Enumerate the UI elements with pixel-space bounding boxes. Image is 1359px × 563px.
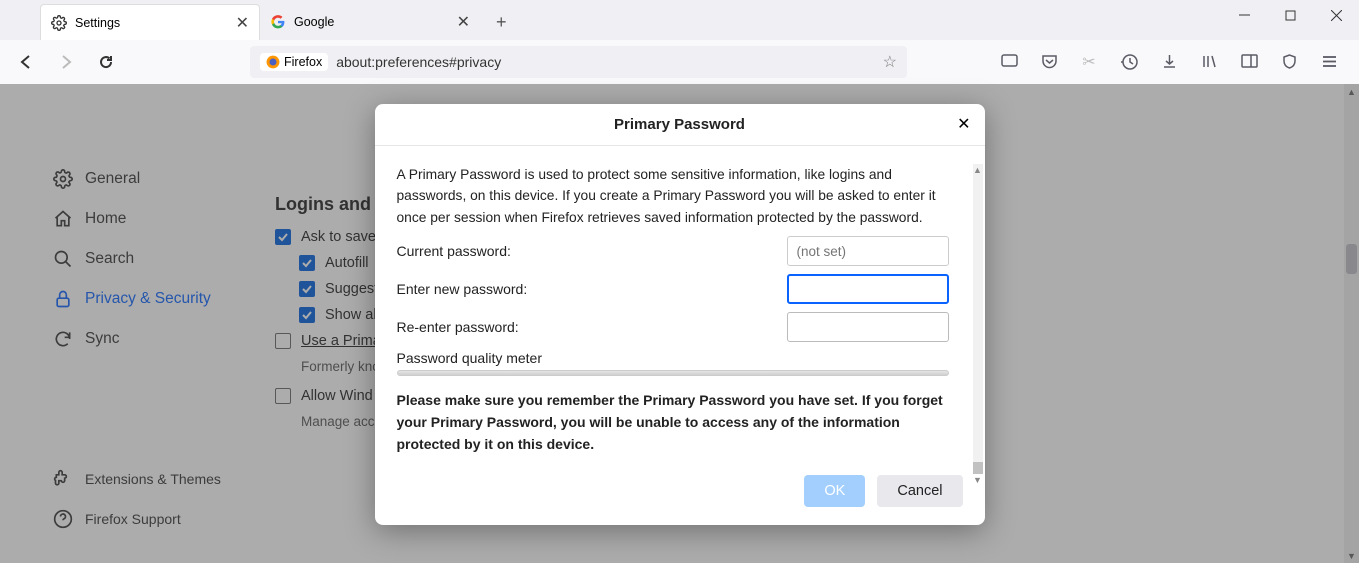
menu-icon[interactable]	[1315, 48, 1343, 76]
firefox-identity-badge: Firefox	[260, 53, 328, 71]
close-window-button[interactable]	[1313, 0, 1359, 30]
window-controls	[1221, 0, 1359, 30]
current-password-input	[787, 236, 949, 266]
bookmark-star-icon[interactable]: ☆	[883, 52, 897, 72]
shield-icon[interactable]	[1275, 48, 1303, 76]
screen-icon[interactable]	[995, 48, 1023, 76]
reenter-password-row: Re-enter password:	[397, 312, 963, 342]
content-area: General Home Search Privacy & Security S…	[0, 84, 1359, 563]
nav-toolbar: Firefox about:preferences#privacy ☆ ✂	[0, 40, 1359, 84]
minimize-button[interactable]	[1221, 0, 1267, 30]
forward-button[interactable]	[50, 46, 82, 78]
google-icon	[270, 14, 286, 30]
primary-password-dialog: Primary Password ✕ ▲ ▼ A Primary Passwor…	[375, 104, 985, 525]
current-password-label: Current password:	[397, 243, 787, 259]
url-bar[interactable]: Firefox about:preferences#privacy ☆	[250, 46, 907, 78]
meter-label: Password quality meter	[397, 350, 963, 366]
scroll-up-icon[interactable]: ▲	[973, 164, 983, 176]
tab-bar: Settings ✕ Google ✕ +	[0, 0, 1359, 40]
new-password-row: Enter new password:	[397, 274, 963, 304]
ok-button[interactable]: OK	[804, 475, 865, 507]
tab-google[interactable]: Google ✕	[260, 4, 480, 40]
dialog-scrollbar[interactable]: ▲ ▼	[973, 164, 983, 474]
new-password-label: Enter new password:	[397, 281, 787, 297]
password-quality-meter	[397, 370, 949, 376]
history-icon[interactable]	[1115, 48, 1143, 76]
dialog-title: Primary Password	[614, 116, 745, 133]
identity-label: Firefox	[284, 55, 322, 69]
download-icon[interactable]	[1155, 48, 1183, 76]
reenter-password-input[interactable]	[787, 312, 949, 342]
close-icon[interactable]: ✕	[236, 13, 249, 33]
url-text: about:preferences#privacy	[336, 54, 501, 70]
new-password-input[interactable]	[787, 274, 949, 304]
tab-label: Settings	[75, 16, 120, 30]
cancel-button[interactable]: Cancel	[877, 475, 962, 507]
dialog-container: Primary Password ✕ ▲ ▼ A Primary Passwor…	[0, 84, 1359, 563]
tab-settings[interactable]: Settings ✕	[40, 4, 260, 40]
toolbar-actions: ✂	[995, 48, 1349, 76]
sidebar-icon[interactable]	[1235, 48, 1263, 76]
back-button[interactable]	[10, 46, 42, 78]
reenter-password-label: Re-enter password:	[397, 319, 787, 335]
library-icon[interactable]	[1195, 48, 1223, 76]
tab-label: Google	[294, 15, 334, 29]
cut-icon[interactable]: ✂	[1075, 48, 1103, 76]
current-password-row: Current password:	[397, 236, 963, 266]
gear-icon	[51, 15, 67, 31]
pocket-icon[interactable]	[1035, 48, 1063, 76]
close-icon[interactable]: ✕	[457, 12, 470, 32]
dialog-footer: OK Cancel	[375, 463, 985, 525]
scroll-down-icon[interactable]: ▼	[973, 474, 983, 486]
close-icon[interactable]: ✕	[957, 114, 970, 134]
dialog-description: A Primary Password is used to protect so…	[397, 164, 963, 228]
scroll-thumb[interactable]	[973, 462, 983, 474]
dialog-warning: Please make sure you remember the Primar…	[397, 390, 963, 455]
dialog-header: Primary Password ✕	[375, 104, 985, 146]
dialog-body: ▲ ▼ A Primary Password is used to protec…	[375, 146, 985, 463]
maximize-button[interactable]	[1267, 0, 1313, 30]
reload-button[interactable]	[90, 46, 122, 78]
new-tab-button[interactable]: +	[488, 8, 515, 37]
